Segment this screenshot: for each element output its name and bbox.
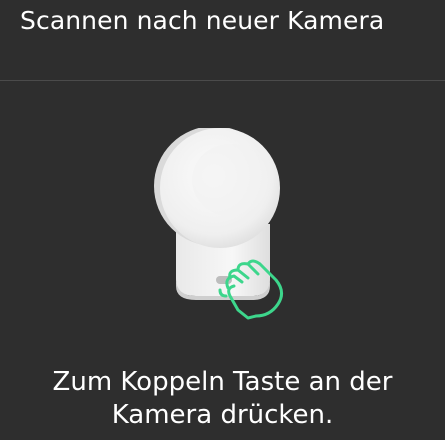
pairing-instruction: Zum Koppeln Taste an der Kamera drücken. [0,366,445,432]
page-title: Scannen nach neuer Kamera [20,6,385,35]
instruction-line-1: Zum Koppeln Taste an der [52,367,393,397]
camera-pairing-illustration [140,128,300,328]
header-bar: Scannen nach neuer Kamera [0,0,445,81]
instruction-line-2: Kamera drücken. [111,400,334,430]
camera-icon [154,128,283,320]
